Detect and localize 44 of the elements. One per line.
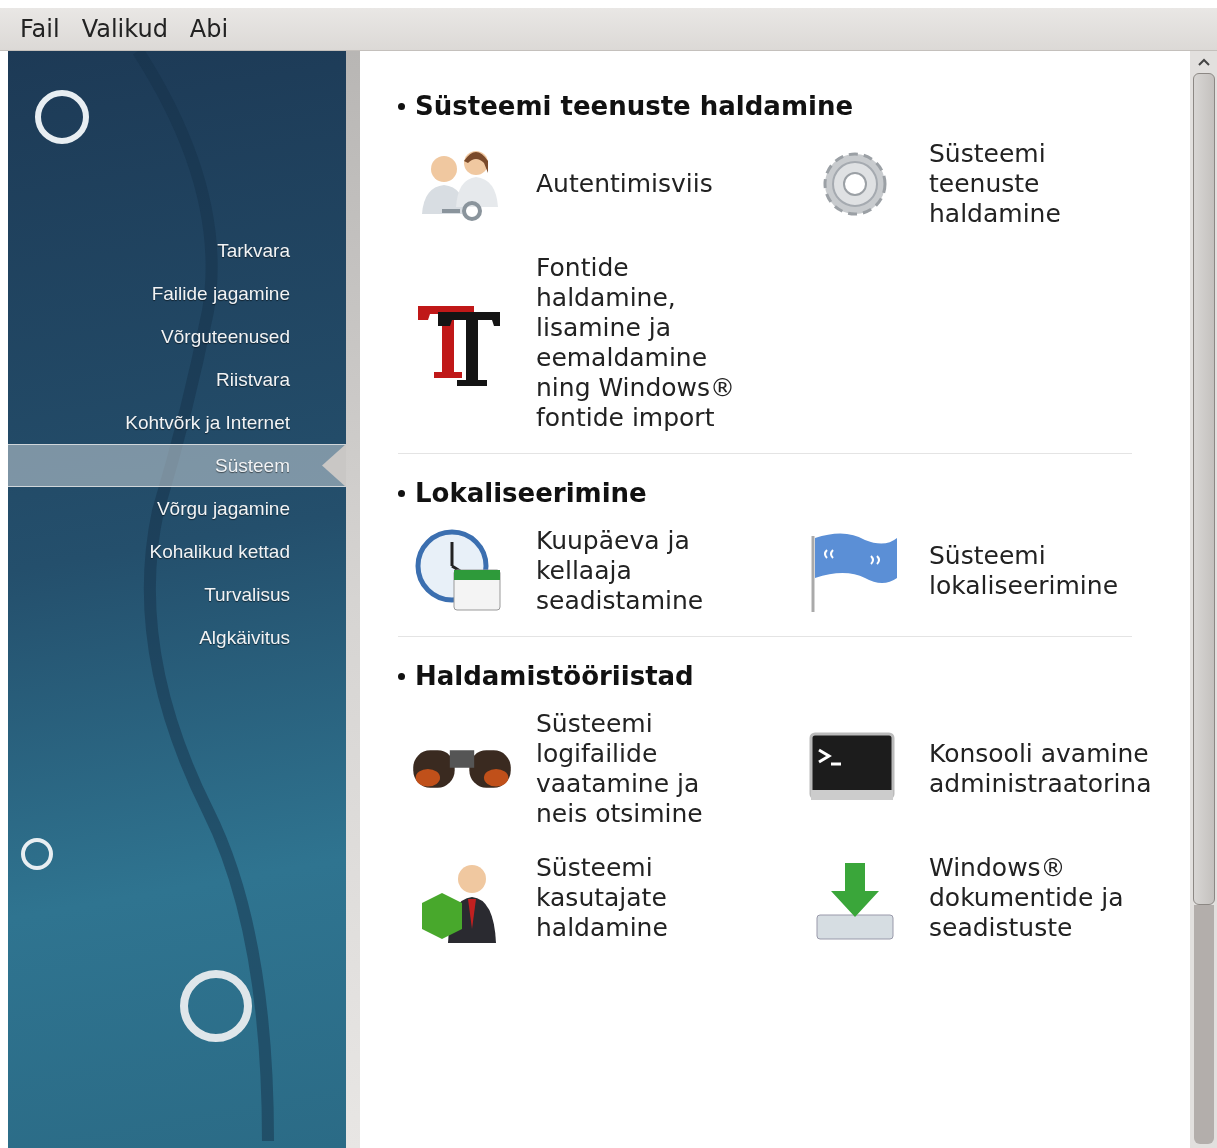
tool-label: Kuupäeva ja kellaaja seadistamine: [536, 526, 705, 616]
tool-launcher[interactable]: Windows® dokumentide ja seadistuste: [805, 853, 1165, 943]
tool-label: Konsooli avamine administraatorina: [929, 739, 1153, 799]
bullet-icon: [398, 489, 405, 497]
tool-launcher[interactable]: Kuupäeva ja kellaaja seadistamine: [412, 526, 805, 616]
section-heading: Süsteemi teenuste haldamine: [415, 91, 854, 121]
section-heading: Lokaliseerimine: [415, 478, 647, 508]
menu-item[interactable]: Abi: [181, 13, 237, 45]
section-heading: Haldamistööriistad: [415, 661, 694, 691]
ring-decoration: [35, 90, 89, 144]
binoculars-icon: [412, 749, 512, 789]
selection-notch-icon: [322, 444, 346, 487]
bullet-icon: [398, 672, 405, 680]
tool-launcher[interactable]: Konsooli avamine administraatorina: [805, 709, 1165, 829]
tool-label: Süsteemi lokaliseerimine: [929, 541, 1120, 601]
tool-launcher[interactable]: Süsteemi lokaliseerimine: [805, 526, 1165, 616]
tool-label: Süsteemi logifailide vaatamine ja neis otsimine: [536, 709, 704, 829]
sidebar-item[interactable]: Võrguteenused: [8, 315, 346, 358]
tool-label: Windows® dokumentide ja seadistuste: [929, 853, 1125, 943]
tool-label: Süsteemi teenuste haldamine: [929, 139, 1062, 229]
tool-launcher[interactable]: Autentimisviis: [412, 139, 805, 229]
tool-label: Autentimisviis: [536, 169, 714, 199]
menu-item[interactable]: Valikud: [73, 13, 176, 45]
sidebar-item[interactable]: Algkäivitus: [8, 616, 346, 659]
sidebar-item[interactable]: Tarkvara: [8, 229, 346, 272]
menu-item[interactable]: Fail: [12, 13, 68, 45]
sidebar-item[interactable]: Failide jagamine: [8, 272, 346, 315]
bullet-icon: [398, 102, 405, 110]
tool-launcher[interactable]: Süsteemi kasutajate haldamine: [412, 853, 805, 943]
ring-decoration: [180, 970, 252, 1042]
tool-launcher[interactable]: Süsteemi teenuste haldamine: [805, 139, 1165, 229]
scrollbar-thumb[interactable]: [1192, 73, 1215, 905]
sidebar-item[interactable]: Kohtvõrk ja Internet: [8, 401, 346, 444]
sidebar-item[interactable]: Turvalisus: [8, 573, 346, 616]
sidebar-item[interactable]: Kohalikud kettad: [8, 530, 346, 573]
tool-label: Süsteemi kasutajate haldamine: [536, 853, 669, 943]
tool-label: Fontide haldamine, lisamine ja eemaldamine ning Windows® fontide import: [536, 253, 737, 433]
tool-launcher[interactable]: Fontide haldamine, lisamine ja eemaldamine ning Windows® fontide import: [412, 253, 805, 433]
scroll-up-icon[interactable]: [1196, 57, 1211, 67]
sidebar-item[interactable]: Võrgu jagamine: [8, 487, 346, 530]
sidebar-item[interactable]: Riistvara: [8, 358, 346, 401]
scrollbar[interactable]: [1190, 51, 1217, 1148]
ring-decoration: [21, 838, 53, 870]
tool-launcher[interactable]: Süsteemi logifailide vaatamine ja neis otsimine: [412, 709, 805, 829]
